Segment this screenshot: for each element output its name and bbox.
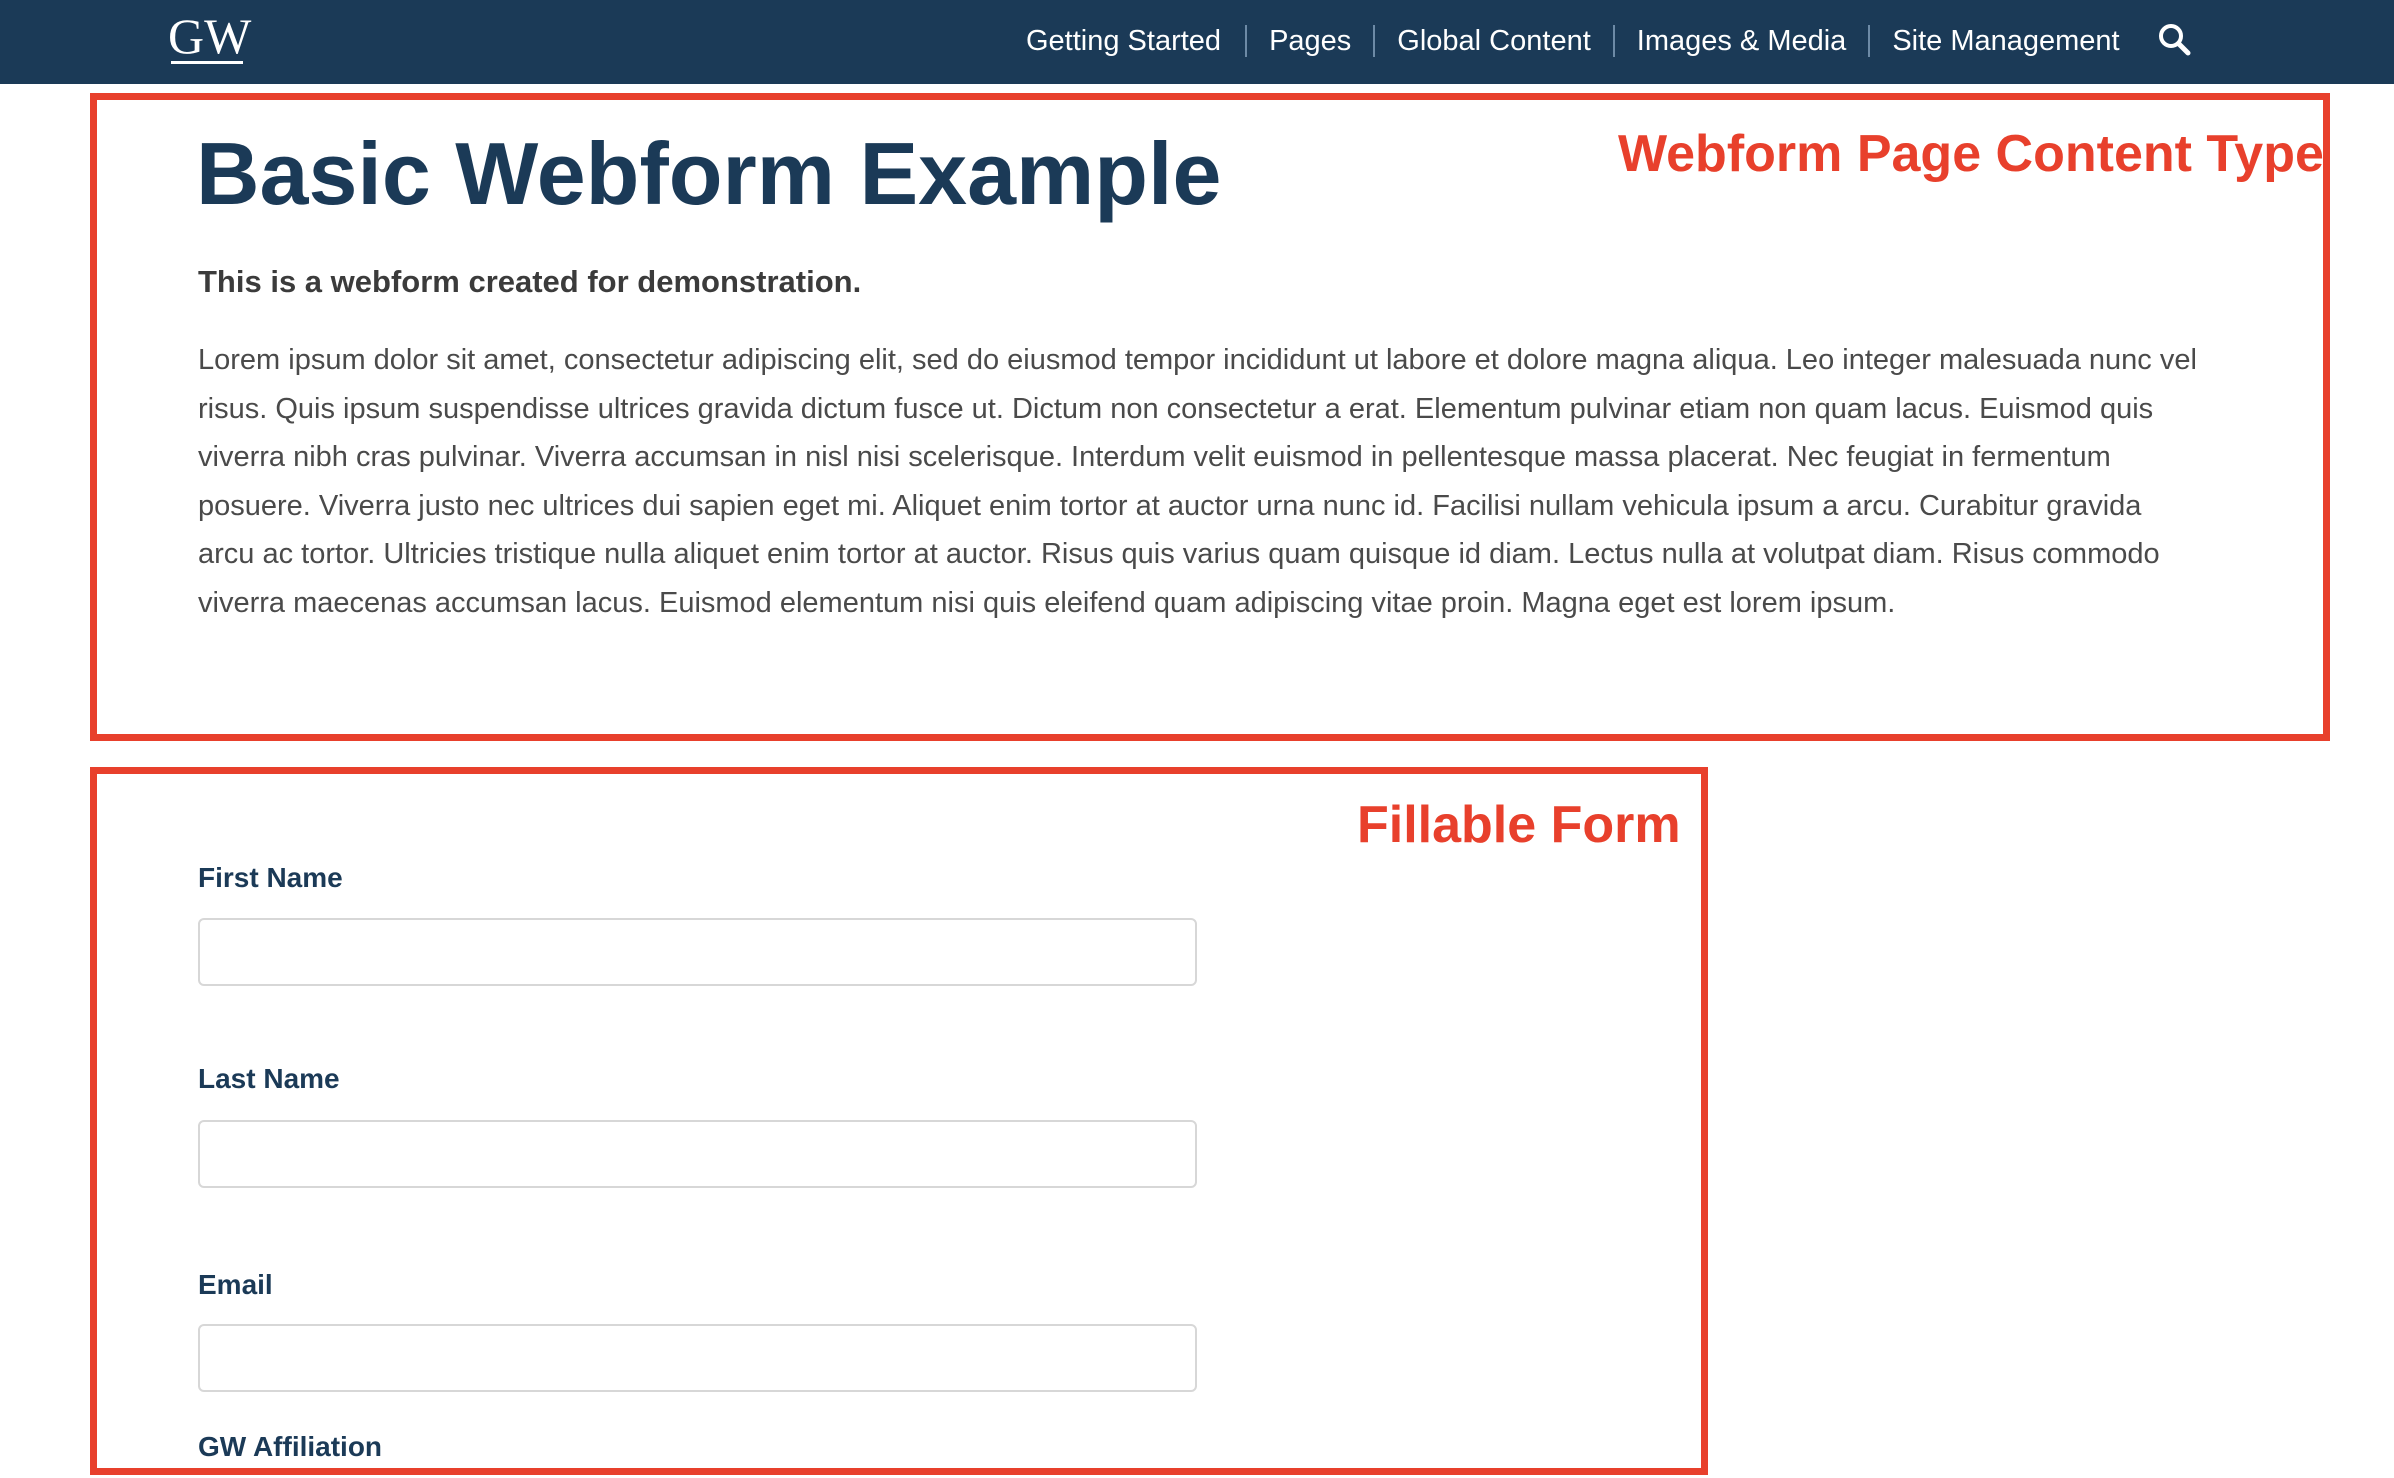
nav-divider bbox=[1612, 25, 1615, 57]
nav-images-media[interactable]: Images & Media bbox=[1637, 25, 1847, 58]
intro-text: This is a webform created for demonstrat… bbox=[198, 264, 862, 299]
nav-site-management[interactable]: Site Management bbox=[1892, 25, 2119, 58]
last-name-input[interactable] bbox=[198, 1120, 1197, 1188]
search-icon[interactable] bbox=[2157, 22, 2193, 58]
main-nav: Getting Started Pages Global Content Ima… bbox=[1026, 20, 2120, 62]
search-icon-graphic bbox=[2159, 24, 2191, 56]
nav-divider bbox=[1245, 25, 1248, 57]
last-name-label: Last Name bbox=[198, 1063, 340, 1094]
body-paragraph: Lorem ipsum dolor sit amet, consectetur … bbox=[198, 344, 2197, 619]
gw-logo[interactable]: GW bbox=[168, 10, 251, 66]
email-input[interactable] bbox=[198, 1324, 1197, 1392]
nav-global-content[interactable]: Global Content bbox=[1397, 25, 1590, 58]
content-type-annotation-label: Webform Page Content Type bbox=[1618, 125, 2324, 183]
nav-divider bbox=[1373, 25, 1376, 57]
first-name-input[interactable] bbox=[198, 918, 1197, 986]
top-navigation-bar: GW Getting Started Pages Global Content … bbox=[0, 0, 2394, 84]
nav-getting-started[interactable]: Getting Started bbox=[1026, 25, 1221, 58]
nav-divider bbox=[1868, 25, 1871, 57]
email-label: Email bbox=[198, 1269, 273, 1300]
first-name-label: First Name bbox=[198, 862, 343, 893]
page-title: Basic Webform Example bbox=[196, 124, 1222, 223]
nav-pages[interactable]: Pages bbox=[1269, 25, 1351, 58]
form-annotation-label: Fillable Form bbox=[1357, 796, 1681, 854]
gw-affiliation-label: GW Affiliation bbox=[198, 1431, 383, 1462]
logo-underline bbox=[171, 61, 243, 64]
